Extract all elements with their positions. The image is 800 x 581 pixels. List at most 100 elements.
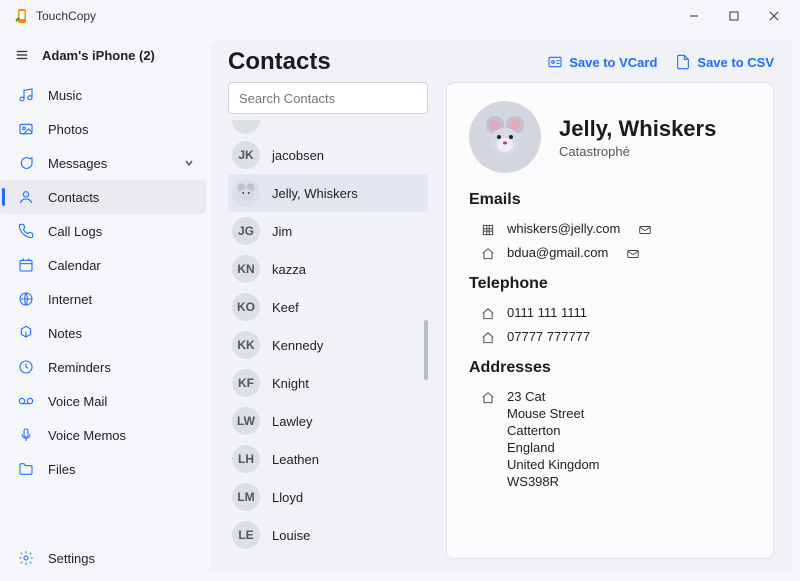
contact-row[interactable]: KF Knight — [228, 364, 428, 402]
sidebar-item-calllogs[interactable]: Call Logs — [0, 214, 206, 248]
sidebar-item-music[interactable]: Music — [0, 78, 206, 112]
hamburger-icon[interactable] — [14, 48, 30, 62]
content-panel: Contacts Save to VCard Save to CSV JK jac… — [210, 40, 792, 573]
search-input[interactable] — [228, 82, 428, 114]
contact-row[interactable]: Jelly, Whiskers — [228, 174, 428, 212]
internet-icon — [18, 291, 34, 307]
contacts-list-column: JKjacobsenJelly, WhiskersJGJimKNkazzaKOK… — [228, 82, 428, 559]
sidebar-item-voicememos[interactable]: Voice Memos — [0, 418, 206, 452]
sidebar-item-messages[interactable]: Messages — [0, 146, 206, 180]
voicememos-icon — [18, 427, 34, 443]
avatar: KO — [232, 293, 260, 321]
sidebar-item-contacts[interactable]: Contacts — [0, 180, 206, 214]
sidebar-item-voicemail[interactable]: Voice Mail — [0, 384, 206, 418]
chevron-down-icon — [184, 156, 194, 171]
contact-subtitle: Catastrophé — [559, 144, 716, 159]
list-item[interactable] — [228, 120, 428, 136]
contact-name-label: kazza — [272, 262, 306, 277]
contact-name-label: Lawley — [272, 414, 312, 429]
contact-name-label: Jim — [272, 224, 292, 239]
sidebar-item-label: Notes — [48, 326, 82, 341]
contact-row[interactable]: LW Lawley — [228, 402, 428, 440]
contact-name-label: Keef — [272, 300, 299, 315]
device-name: Adam's iPhone (2) — [42, 48, 155, 63]
contacts-list[interactable]: JKjacobsenJelly, WhiskersJGJimKNkazzaKOK… — [228, 120, 428, 559]
home-icon — [481, 307, 495, 321]
sidebar-item-files[interactable]: Files — [0, 452, 206, 486]
email-row: bdua@gmail.com — [469, 241, 751, 265]
sidebar-item-reminders[interactable]: Reminders — [0, 350, 206, 384]
avatar: JK — [232, 141, 260, 169]
sidebar-item-label: Internet — [48, 292, 92, 307]
contact-row[interactable]: JG Jim — [228, 212, 428, 250]
sidebar-item-label: Voice Mail — [48, 394, 107, 409]
sidebar-item-label: Files — [48, 462, 75, 477]
notes-icon — [18, 325, 34, 341]
contact-name-label: Jelly, Whiskers — [272, 186, 358, 201]
mail-icon[interactable] — [626, 247, 640, 261]
sidebar-item-label: Contacts — [48, 190, 99, 205]
sidebar: Adam's iPhone (2) Music Photos Messages Con… — [0, 32, 210, 581]
avatar: KN — [232, 255, 260, 283]
contact-row[interactable]: KN kazza — [228, 250, 428, 288]
page-title: Contacts — [228, 48, 331, 76]
titlebar: TouchCopy — [0, 0, 800, 32]
avatar — [232, 179, 260, 207]
phone-row: 0111 111 1111 — [469, 301, 751, 325]
avatar: JG — [232, 217, 260, 245]
contact-row[interactable]: KO Keef — [228, 288, 428, 326]
sidebar-item-label: Photos — [48, 122, 88, 137]
contact-name-label: Lloyd — [272, 490, 303, 505]
avatar: LM — [232, 483, 260, 511]
contact-row[interactable]: LFLucynda — [228, 554, 428, 559]
contact-row[interactable]: JK jacobsen — [228, 136, 428, 174]
sidebar-item-label: Call Logs — [48, 224, 102, 239]
close-button[interactable] — [754, 2, 794, 30]
phone-value: 07777 777777 — [507, 329, 590, 344]
sidebar-item-settings[interactable]: Settings — [0, 541, 206, 575]
minimize-button[interactable] — [674, 2, 714, 30]
contact-detail-card: Jelly, Whiskers Catastrophé Emails whisk… — [446, 82, 774, 559]
music-icon — [18, 87, 34, 103]
sidebar-item-notes[interactable]: Notes — [0, 316, 206, 350]
contact-name-label: Kennedy — [272, 338, 323, 353]
sidebar-item-label: Settings — [48, 551, 95, 566]
home-icon — [481, 247, 495, 261]
sidebar-item-label: Reminders — [48, 360, 111, 375]
telephone-heading: Telephone — [469, 275, 751, 293]
app-icon — [14, 8, 30, 24]
contact-name: Jelly, Whiskers — [559, 116, 716, 142]
mail-icon[interactable] — [638, 223, 652, 237]
avatar: KF — [232, 369, 260, 397]
sidebar-item-label: Voice Memos — [48, 428, 126, 443]
contact-name-label: jacobsen — [272, 148, 324, 163]
files-icon — [18, 461, 34, 477]
home-icon — [481, 391, 495, 405]
calendar-icon — [18, 257, 34, 273]
contact-row[interactable]: LHLeathen — [228, 440, 428, 478]
sidebar-item-calendar[interactable]: Calendar — [0, 248, 206, 282]
emails-heading: Emails — [469, 191, 751, 209]
avatar: LW — [232, 407, 260, 435]
home-icon — [481, 331, 495, 345]
sidebar-item-internet[interactable]: Internet — [0, 282, 206, 316]
address-line: Mouse Street — [507, 406, 600, 421]
phone-value: 0111 111 1111 — [507, 305, 587, 320]
contact-row[interactable]: LELouise — [228, 516, 428, 554]
contact-avatar — [469, 101, 541, 173]
sidebar-item-photos[interactable]: Photos — [0, 112, 206, 146]
save-csv-button[interactable]: Save to CSV — [675, 54, 774, 70]
save-vcard-button[interactable]: Save to VCard — [547, 54, 657, 70]
addresses-heading: Addresses — [469, 359, 751, 377]
contact-row[interactable]: LM Lloyd — [228, 478, 428, 516]
email-value: bdua@gmail.com — [507, 245, 608, 260]
avatar: KK — [232, 331, 260, 359]
maximize-button[interactable] — [714, 2, 754, 30]
avatar — [232, 120, 260, 134]
building-icon — [481, 223, 495, 237]
messages-icon — [18, 155, 34, 171]
calllogs-icon — [18, 223, 34, 239]
contact-row[interactable]: KK Kennedy — [228, 326, 428, 364]
device-row[interactable]: Adam's iPhone (2) — [0, 38, 206, 72]
contact-name-label: Knight — [272, 376, 309, 391]
